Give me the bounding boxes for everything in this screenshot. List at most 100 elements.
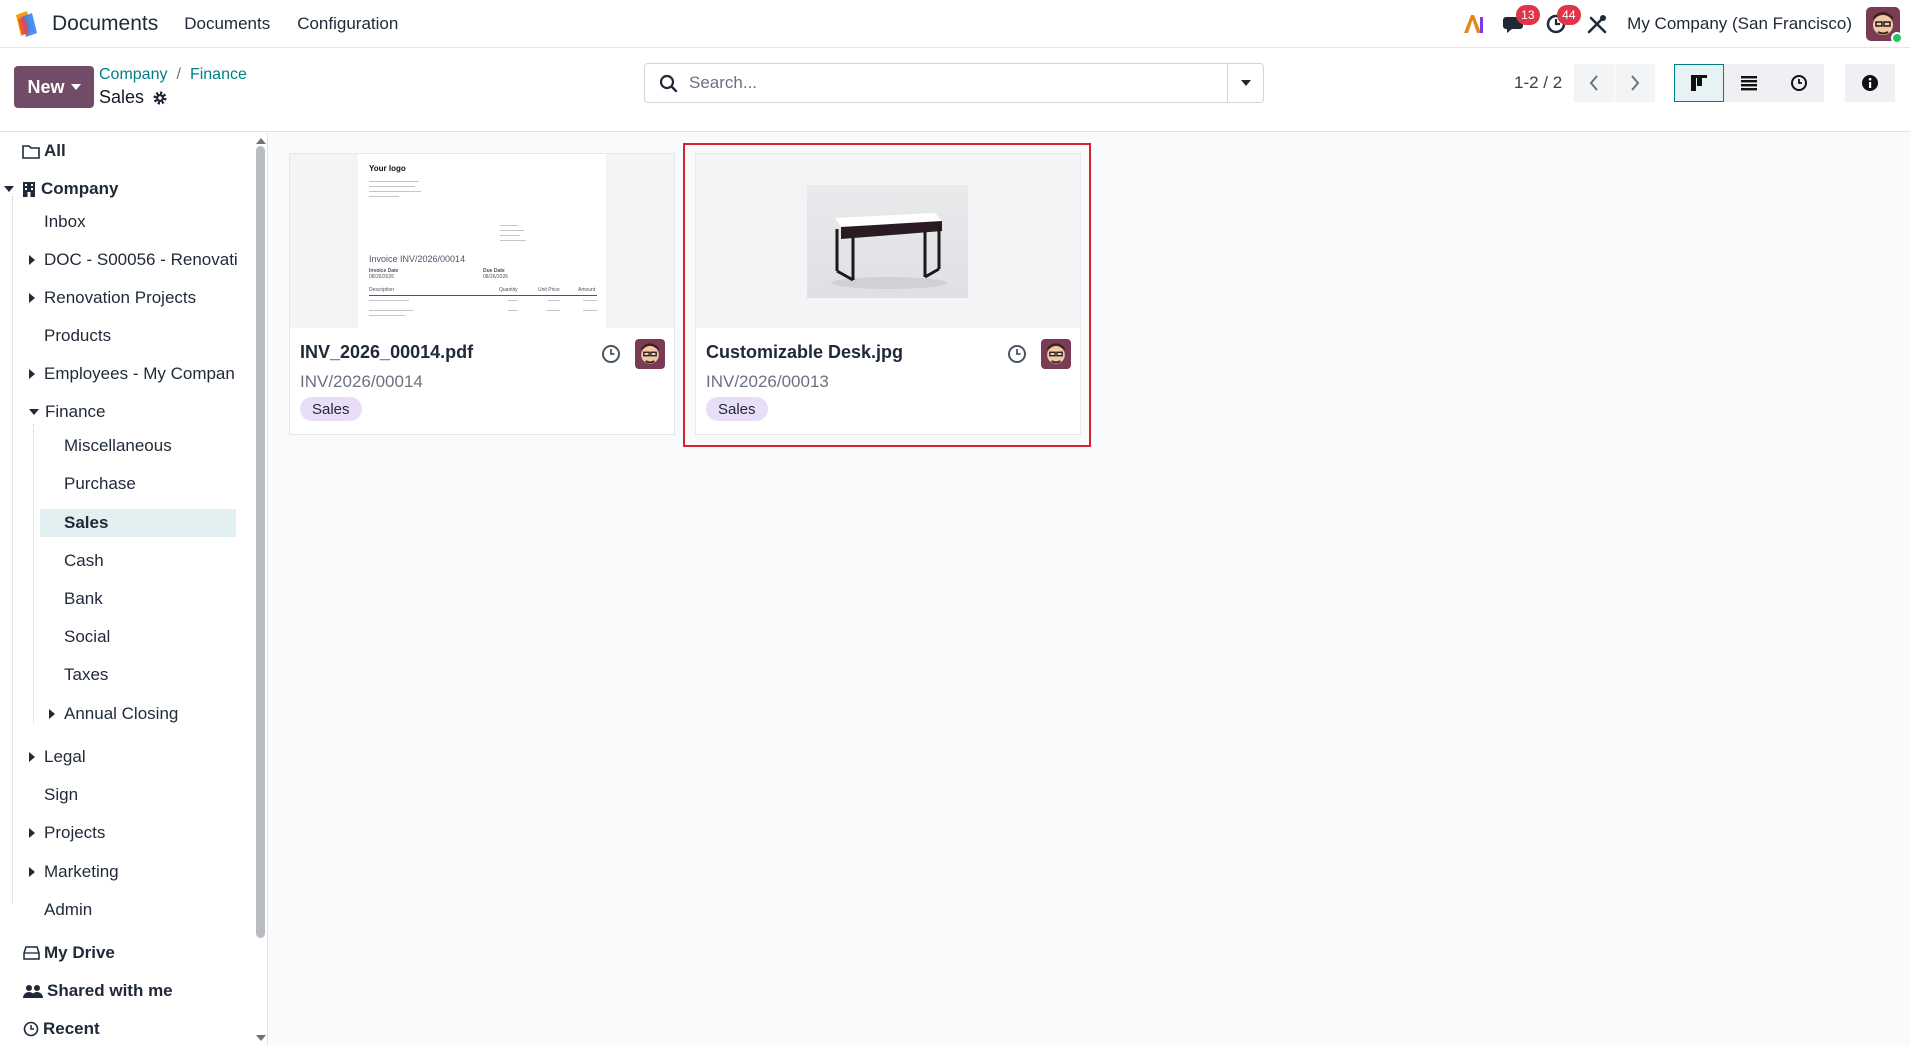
menu-documents[interactable]: Documents xyxy=(184,14,270,34)
scroll-up-arrow[interactable] xyxy=(256,138,266,144)
info-icon xyxy=(1862,75,1878,91)
folder-finance-label: Finance xyxy=(45,402,106,421)
folder-finance[interactable]: Finance xyxy=(29,396,105,428)
building-icon xyxy=(23,181,35,197)
kanban-view-button[interactable] xyxy=(1674,64,1724,102)
document-name[interactable]: INV_2026_00014.pdf xyxy=(300,342,473,363)
pager-next-button[interactable] xyxy=(1615,64,1655,102)
pdf-title: Invoice INV/2026/00014 xyxy=(369,254,466,264)
gear-icon[interactable] xyxy=(152,90,168,106)
document-card[interactable]: Customizable Desk.jpg INV/2026/00013 Sal… xyxy=(695,153,1081,435)
systray: 13 44 My Company (San Francisco) xyxy=(1457,0,1903,48)
activity-clock-icon[interactable] xyxy=(1006,343,1028,365)
pdf-col-quantity: Quantity xyxy=(499,287,518,293)
owner-avatar[interactable] xyxy=(1041,339,1071,369)
company-switcher[interactable]: My Company (San Francisco) xyxy=(1627,14,1852,34)
folder-social[interactable]: Social xyxy=(64,621,110,653)
folder-sidebar: All Company Inbox DOC - S00056 - Renovat… xyxy=(0,133,268,1045)
pdf-col-unit-price: Unit Price xyxy=(538,287,560,293)
caret-right-icon xyxy=(29,293,35,303)
folder-renovation-projects[interactable]: Renovation Projects xyxy=(29,282,196,314)
caret-right-icon xyxy=(29,828,35,838)
control-panel: New Company / Finance Sales 1-2 / 2 xyxy=(0,48,1910,132)
document-preview xyxy=(696,154,1080,328)
folder-my-drive[interactable]: My Drive xyxy=(23,937,115,969)
desk-image xyxy=(807,185,968,298)
documents-app-icon[interactable] xyxy=(12,9,42,39)
folder-company[interactable]: Company xyxy=(4,173,118,205)
activity-clock-icon[interactable] xyxy=(600,343,622,365)
chevron-left-icon xyxy=(1589,75,1598,91)
folder-legal[interactable]: Legal xyxy=(29,741,86,773)
folder-shared-with-me[interactable]: Shared with me xyxy=(23,975,173,1007)
chat-count-badge: 13 xyxy=(1516,5,1540,25)
document-name[interactable]: Customizable Desk.jpg xyxy=(706,342,903,363)
folder-cash[interactable]: Cash xyxy=(64,545,104,577)
tools-icon xyxy=(1587,15,1607,34)
new-button[interactable]: New xyxy=(14,66,94,108)
tools-button[interactable] xyxy=(1580,7,1614,41)
folder-recent-label: Recent xyxy=(43,1019,100,1038)
folder-projects-label: Projects xyxy=(44,823,106,842)
activity-button[interactable]: 44 xyxy=(1539,5,1581,41)
info-button[interactable] xyxy=(1845,64,1895,102)
document-reference: INV/2026/00013 xyxy=(706,372,829,391)
document-reference: INV/2026/00014 xyxy=(300,372,423,391)
scroll-down-arrow[interactable] xyxy=(256,1035,266,1041)
list-view-button[interactable] xyxy=(1724,64,1774,102)
folder-inbox-label: Inbox xyxy=(44,212,86,231)
folder-marketing[interactable]: Marketing xyxy=(29,856,119,888)
clock-icon xyxy=(23,1021,39,1037)
kanban-icon xyxy=(1691,75,1707,91)
folder-recent[interactable]: Recent xyxy=(23,1013,100,1045)
pdf-col-amount: Amount xyxy=(578,287,596,293)
app-name[interactable]: Documents xyxy=(52,12,158,36)
pdf-due-date: 08/26/2026 xyxy=(483,274,509,280)
messaging-button[interactable]: 13 xyxy=(1498,5,1540,41)
pdf-thumbnail: Your logo Invoice INV/2026/00014 Invoice… xyxy=(358,154,606,328)
folder-purchase[interactable]: Purchase xyxy=(64,468,136,500)
folder-all[interactable]: All xyxy=(22,135,66,167)
folder-sign-label: Sign xyxy=(44,785,79,804)
caret-right-icon xyxy=(29,867,35,877)
page-title: Sales xyxy=(99,87,168,108)
pdf-col-description: Description xyxy=(369,287,395,293)
breadcrumb-finance[interactable]: Finance xyxy=(190,66,247,83)
owner-avatar[interactable] xyxy=(635,339,665,369)
folder-inbox[interactable]: Inbox xyxy=(44,206,86,238)
user-avatar[interactable] xyxy=(1866,7,1903,44)
document-card[interactable]: Your logo Invoice INV/2026/00014 Invoice… xyxy=(289,153,675,435)
search-options-toggle[interactable] xyxy=(1227,64,1263,102)
folder-sign[interactable]: Sign xyxy=(44,779,78,811)
document-tag: Sales xyxy=(300,397,362,421)
folder-admin[interactable]: Admin xyxy=(44,894,92,926)
main-menu: Documents Configuration xyxy=(184,14,398,34)
folder-legal-label: Legal xyxy=(44,747,86,766)
caret-down-icon xyxy=(70,84,81,90)
folder-marketing-label: Marketing xyxy=(44,862,119,881)
activity-view-button[interactable] xyxy=(1774,64,1824,102)
folder-employees[interactable]: Employees - My Compan xyxy=(29,358,235,390)
breadcrumb-company[interactable]: Company xyxy=(99,66,167,83)
folder-miscellaneous[interactable]: Miscellaneous xyxy=(64,430,172,462)
folder-annual-closing[interactable]: Annual Closing xyxy=(49,698,178,730)
folder-all-label: All xyxy=(44,141,66,160)
pager-value[interactable]: 1-2 / 2 xyxy=(1514,73,1562,93)
folder-taxes[interactable]: Taxes xyxy=(64,659,108,691)
folder-employees-label: Employees - My Compan xyxy=(44,364,235,383)
list-icon xyxy=(1741,76,1757,91)
search-bar xyxy=(644,63,1264,103)
search-input[interactable] xyxy=(683,65,1227,101)
sidebar-scrollbar[interactable] xyxy=(256,146,265,938)
top-navbar: Documents Documents Configuration 13 44 xyxy=(0,0,1910,48)
folder-doc-renovation[interactable]: DOC - S00056 - Renovati xyxy=(29,244,238,276)
tree-guide xyxy=(12,196,13,904)
menu-configuration[interactable]: Configuration xyxy=(297,14,398,34)
pager-previous-button[interactable] xyxy=(1574,64,1614,102)
folder-sales[interactable]: Sales xyxy=(40,509,236,537)
ai-button[interactable] xyxy=(1457,7,1491,41)
folder-bank[interactable]: Bank xyxy=(64,583,103,615)
folder-social-label: Social xyxy=(64,627,111,646)
folder-products[interactable]: Products xyxy=(44,320,111,352)
folder-projects[interactable]: Projects xyxy=(29,817,105,849)
